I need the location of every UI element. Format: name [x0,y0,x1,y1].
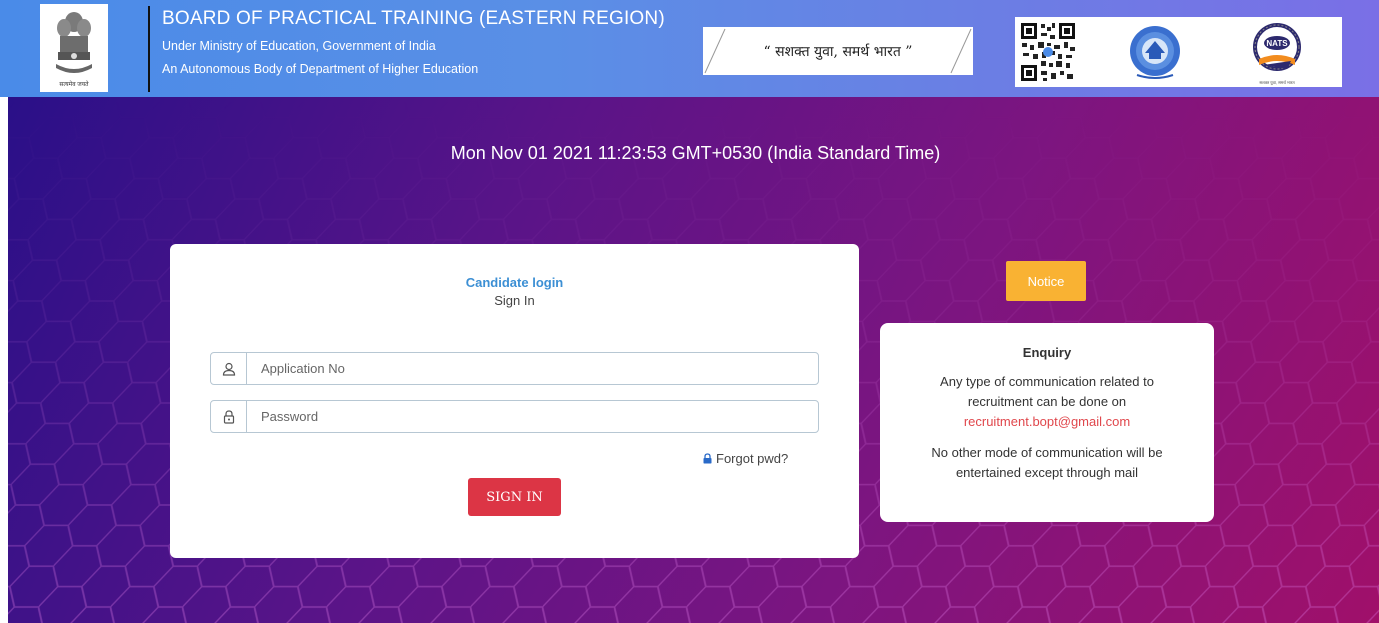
ashoka-emblem-icon [56,12,92,73]
organization-title: BOARD OF PRACTICAL TRAINING (EASTERN REG… [162,8,665,29]
password-field-group [210,400,819,433]
round-seal-icon [1130,26,1180,79]
enquiry-card: Enquiry Any type of communication relate… [880,323,1214,522]
organization-subtitle-body: An Autonomous Body of Department of High… [162,62,479,76]
enquiry-note-block: No other mode of communication will be e… [880,443,1214,483]
enquiry-email: recruitment.bopt@gmail.com [963,414,1131,429]
padlock-icon [703,453,712,464]
application-no-field-group [210,352,819,385]
notice-button[interactable]: Notice [1006,261,1086,301]
lock-icon [211,401,247,432]
enquiry-heading: Enquiry [1022,345,1072,360]
current-datetime: Mon Nov 01 2021 11:23:53 GMT+0530 (India… [450,143,941,163]
organization-block: BOARD OF PRACTICAL TRAINING (EASTERN REG… [162,8,665,76]
enquiry-line-4: entertained except through mail [955,465,1139,480]
organization-subtitle-ministry: Under Ministry of Education, Government … [162,39,436,53]
enquiry-line-2: recruitment can be done on [967,394,1127,409]
application-no-input[interactable] [247,353,818,384]
tagline-banner: “ सशक्त युवा, समर्थ भारत ” [703,27,973,75]
password-input[interactable] [247,401,818,432]
nats-logo: NATS सशक्त युवा, समर्थ भारत [1237,21,1317,86]
svg-text:NATS: NATS [1266,39,1288,48]
national-emblem: सत्यमेव जयते [40,4,108,92]
enquiry-text-block: Any type of communication related to rec… [880,372,1214,432]
header-divider [148,6,150,92]
nats-logo-icon: NATS [1253,23,1301,71]
forgot-password-label: Forgot pwd? [716,451,789,466]
user-icon [211,353,247,384]
emblem-motto: सत्यमेव जयते [59,82,89,88]
qr-code-icon [1019,21,1077,83]
main-area: Mon Nov 01 2021 11:23:53 GMT+0530 (India… [8,97,1379,623]
login-subtitle: Sign In [494,293,535,308]
sign-in-button[interactable]: SIGN IN [468,478,561,516]
login-title: Candidate login [465,275,564,290]
candidate-login-card: Candidate login Sign In Application No F… [170,244,859,558]
partner-logos: NATS सशक्त युवा, समर्थ भारत [1015,17,1342,87]
tagline-slash-decoration [704,28,972,74]
forgot-password-link[interactable]: Forgot pwd? [702,451,788,466]
enquiry-line-3: No other mode of communication will be [931,445,1163,460]
enquiry-line-1: Any type of communication related to [940,374,1154,389]
site-header: सत्यमेव जयते BOARD OF PRACTICAL TRAINING… [0,0,1379,97]
nats-caption: सशक्त युवा, समर्थ भारत [1259,80,1295,85]
